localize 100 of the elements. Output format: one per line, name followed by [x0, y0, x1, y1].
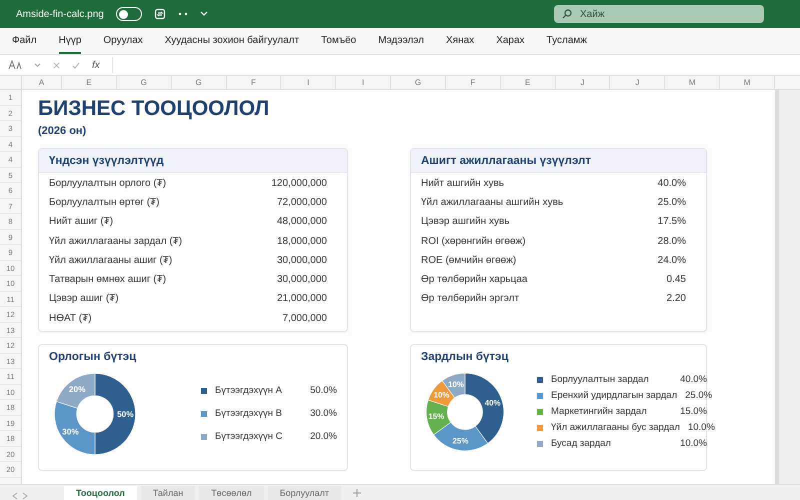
previous-sheet-icon[interactable]	[12, 492, 18, 500]
function-button[interactable]: fx	[92, 58, 100, 72]
autosave-toggle[interactable]	[116, 7, 142, 21]
ribbon-tab[interactable]: Мэдээлэл	[378, 33, 424, 54]
column-header[interactable]: M	[665, 76, 720, 89]
data-label: 20%	[68, 385, 86, 394]
metric-label: ROE (өмчийн өгөөж)	[421, 254, 516, 267]
sheet-tab[interactable]: Төсөөлөл	[199, 486, 264, 500]
column-header[interactable]: J	[610, 76, 666, 89]
metric-label: Цэвэр ашиг (₮)	[49, 293, 119, 306]
chevron-down-icon[interactable]	[34, 62, 41, 68]
metric-label: Өр төлбөрийн харьцаа	[421, 274, 528, 286]
sheet-subtitle: (2026 он)	[38, 124, 88, 138]
metric-label: ROI (хөрөнгийн өгөөж)	[421, 236, 526, 248]
card-title: Орлогын бүтэц	[49, 350, 138, 364]
legend-label: Борлуулалтын зардал	[551, 374, 650, 386]
column-header[interactable]: G	[116, 76, 172, 89]
ribbon-tab[interactable]: Томъёо	[321, 33, 356, 54]
metric-value: 24.0%	[658, 254, 686, 267]
column-header[interactable]: G	[172, 76, 227, 89]
search-icon	[562, 9, 572, 19]
check-icon[interactable]	[72, 62, 80, 68]
search-field[interactable]: Хайж	[554, 5, 764, 23]
sheet-tab[interactable]: Тооцоолол	[64, 486, 137, 500]
legend-label: Еренхий удирдлагын зардал	[551, 390, 678, 402]
metric-value: 72,000,000	[276, 196, 327, 209]
metric-label: Нийт ашгийн хувь	[421, 178, 504, 190]
metric-value: 25.0%	[658, 196, 686, 209]
metric-value: 30,000,000	[276, 274, 327, 286]
data-label: 50%	[117, 410, 134, 419]
column-header[interactable]: E	[500, 76, 556, 89]
cancel-icon[interactable]	[53, 62, 60, 68]
metric-value: 2.20	[666, 293, 686, 306]
metric-label: Нийт ашиг (₮)	[49, 216, 114, 228]
card-title: Зардлын бүтэц	[421, 350, 510, 364]
metric-label: Татварын өмнөх ашиг (₮)	[49, 274, 166, 286]
ribbon-tab[interactable]: Файл	[12, 33, 37, 54]
legend-label: Бүтээгдэхүүн A	[215, 385, 283, 397]
text-style-icon[interactable]	[8, 60, 22, 70]
metric-label: Үйл ажиллагааны зардал (₮)	[49, 236, 182, 248]
data-label: 10%	[448, 380, 464, 390]
legend-value: 10.0%	[688, 422, 715, 434]
metric-label: Үйл ажиллагааны ашиг (₮)	[49, 254, 172, 267]
column-header[interactable]: A	[22, 76, 62, 89]
legend-label: Үйл ажиллагааны бус зардал	[551, 422, 680, 434]
ribbon-tab[interactable]: Тусламж	[546, 33, 587, 54]
ribbon-tab[interactable]: Харах	[496, 33, 525, 54]
data-label: 10%	[434, 390, 450, 400]
sheet-tab[interactable]: Борлуулалт	[268, 486, 342, 500]
card-title: Ашигт ажиллагааны үзүүлэлт	[421, 154, 591, 168]
legend-value: 50.0%	[310, 385, 337, 397]
card-title: Үндсэн үзүүлэлтүүд	[49, 154, 164, 168]
column-header[interactable]: E	[62, 76, 117, 89]
legend-label: Бусад зардал	[551, 438, 612, 450]
ribbon-tab[interactable]: Хянах	[446, 33, 474, 54]
metric-value: 30,000,000	[276, 254, 327, 267]
legend-value: 10.0%	[680, 438, 707, 450]
legend-value: 15.0%	[680, 406, 707, 418]
column-header[interactable]: M	[720, 76, 775, 89]
column-header[interactable]: F	[226, 76, 282, 89]
metric-value: 120,000,000	[271, 178, 327, 190]
legend-label: Маркетингийн зардал	[551, 406, 648, 418]
metric-value: 28.0%	[658, 236, 686, 248]
column-header[interactable]: I	[281, 76, 336, 89]
column-header[interactable]: J	[556, 76, 610, 89]
metric-value: 17.5%	[658, 216, 686, 228]
metric-value: 40.0%	[658, 178, 686, 190]
metric-label: Цэвэр ашгийн хувь	[421, 216, 510, 228]
ribbon-tab[interactable]: Оруулах	[103, 33, 143, 54]
legend-label: Бүтээгдэхүүн C	[215, 431, 284, 443]
column-header[interactable]: I	[336, 76, 392, 89]
window-title: Amside-fin-calc.png	[16, 8, 104, 22]
column-header[interactable]: F	[446, 76, 501, 89]
legend-value: 20.0%	[310, 431, 337, 443]
metric-label: НӨАТ (₮)	[49, 312, 92, 325]
data-label: 40%	[484, 398, 501, 408]
sync-icon[interactable]	[154, 8, 166, 20]
data-label: 15%	[428, 412, 444, 422]
metric-value: 7,000,000	[282, 312, 327, 325]
add-sheet-icon[interactable]	[353, 489, 362, 497]
metric-value: 0.45	[666, 274, 686, 286]
legend-label: Бүтээгдэхүүн B	[215, 408, 283, 420]
next-sheet-icon[interactable]	[22, 492, 28, 500]
metric-label: Үйл ажиллагааны ашгийн хувь	[421, 196, 564, 209]
metric-label: Борлуулалтын өртөг (₮)	[49, 196, 160, 209]
metric-value: 21,000,000	[276, 293, 327, 306]
sheet-title: БИЗНЕС ТООЦООЛОЛ	[38, 96, 270, 122]
ribbon-tab[interactable]: Хуудасны зохион байгуулалт	[164, 33, 300, 54]
legend-value: 25.0%	[685, 390, 712, 402]
data-label: 25%	[452, 436, 468, 446]
more-icon[interactable]	[178, 12, 188, 16]
legend-value: 30.0%	[310, 408, 337, 420]
metric-label: Өр төлбөрийн эргэлт	[421, 293, 520, 306]
metric-value: 18,000,000	[276, 236, 327, 248]
data-label: 30%	[62, 428, 79, 437]
legend-value: 40.0%	[680, 374, 707, 386]
metric-label: Борлуулалтын орлого (₮)	[49, 178, 166, 190]
column-header[interactable]: G	[391, 76, 446, 89]
metric-value: 48,000,000	[276, 216, 327, 228]
sheet-tab[interactable]: Тайлан	[140, 486, 196, 500]
